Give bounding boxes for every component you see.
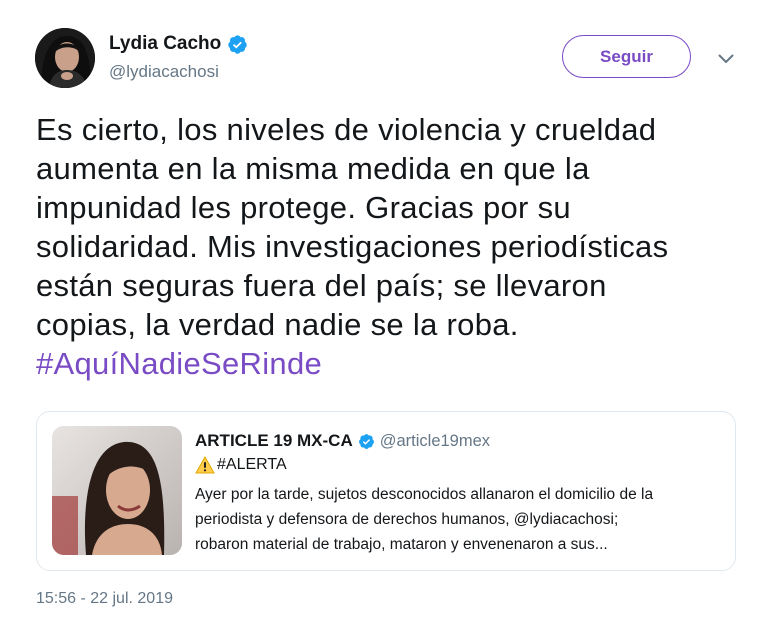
tweet-text: Es cierto, los niveles de violencia y cr… <box>36 110 736 383</box>
chevron-down-icon[interactable] <box>715 49 737 69</box>
quoted-tweet-image <box>52 426 182 555</box>
author-name[interactable]: Lydia Cacho <box>109 33 248 55</box>
tweet-text-line: solidaridad. Mis investigaciones periodí… <box>36 229 669 264</box>
tweet-text-line: aumenta en la misma medida en que la <box>36 151 590 186</box>
quoted-text-line: Ayer por la tarde, sujetos desconocidos … <box>195 486 654 503</box>
tweet-text-line: impunidad les protege. Gracias por su <box>36 190 571 225</box>
quoted-author-handle: @article19mex <box>379 431 491 450</box>
quoted-author: ARTICLE 19 MX-CA @article19mex <box>195 431 490 451</box>
quoted-alert: #ALERTA <box>195 455 287 474</box>
quoted-alert-text: #ALERTA <box>217 456 287 473</box>
tweet-text-line: copias, la verdad nadie se la roba. <box>36 307 519 342</box>
quoted-author-name: ARTICLE 19 MX-CA <box>195 431 353 450</box>
author-avatar[interactable] <box>35 28 95 88</box>
tweet-text-line: Es cierto, los niveles de violencia y cr… <box>36 112 657 147</box>
tweet-timestamp[interactable]: 15:56 - 22 jul. 2019 <box>36 590 173 608</box>
author-name-text: Lydia Cacho <box>109 33 222 54</box>
quoted-tweet[interactable]: ARTICLE 19 MX-CA @article19mex #ALERTA A… <box>36 411 736 571</box>
tweet-card: Lydia Cacho @lydiacachosi Seguir Es cier… <box>0 0 761 625</box>
quoted-tweet-text: Ayer por la tarde, sujetos desconocidos … <box>195 482 725 557</box>
verified-badge-icon <box>227 34 248 55</box>
author-handle[interactable]: @lydiacachosi <box>109 62 219 82</box>
hashtag-link[interactable]: #AquíNadieSeRinde <box>36 344 736 383</box>
quoted-text-line: robaron material de trabajo, mataron y e… <box>195 536 608 553</box>
verified-badge-icon <box>358 433 375 450</box>
warning-icon <box>195 455 215 474</box>
quoted-text-line: periodista y defensora de derechos human… <box>195 511 619 528</box>
tweet-text-line: están seguras fuera del país; se llevaro… <box>36 268 607 303</box>
follow-button[interactable]: Seguir <box>562 35 691 78</box>
